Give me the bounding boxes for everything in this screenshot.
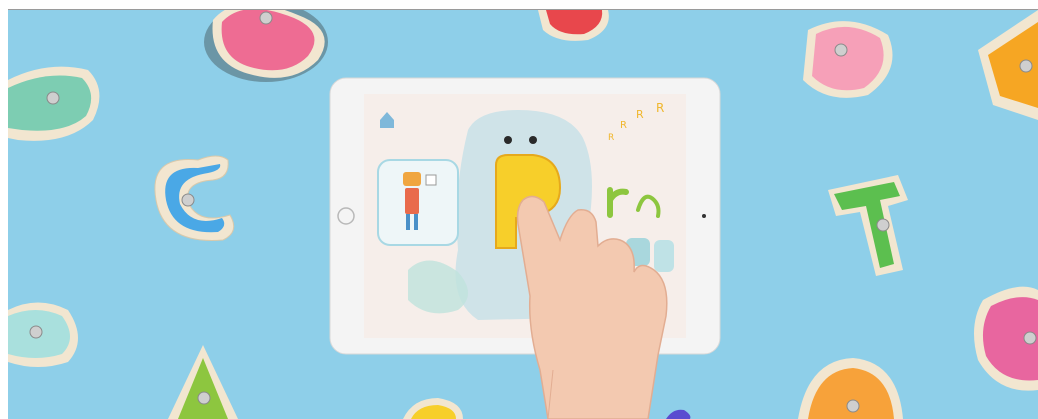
top-border xyxy=(8,0,1038,10)
wooden-letter-n-mint xyxy=(8,302,78,367)
photo: R R R R xyxy=(8,10,1038,419)
page: R R R R xyxy=(0,0,1038,419)
svg-text:R: R xyxy=(608,133,614,143)
svg-text:R: R xyxy=(656,101,664,115)
photo-illustration: R R R R xyxy=(8,10,1038,419)
svg-text:R: R xyxy=(620,120,627,131)
svg-text:R: R xyxy=(636,108,644,121)
